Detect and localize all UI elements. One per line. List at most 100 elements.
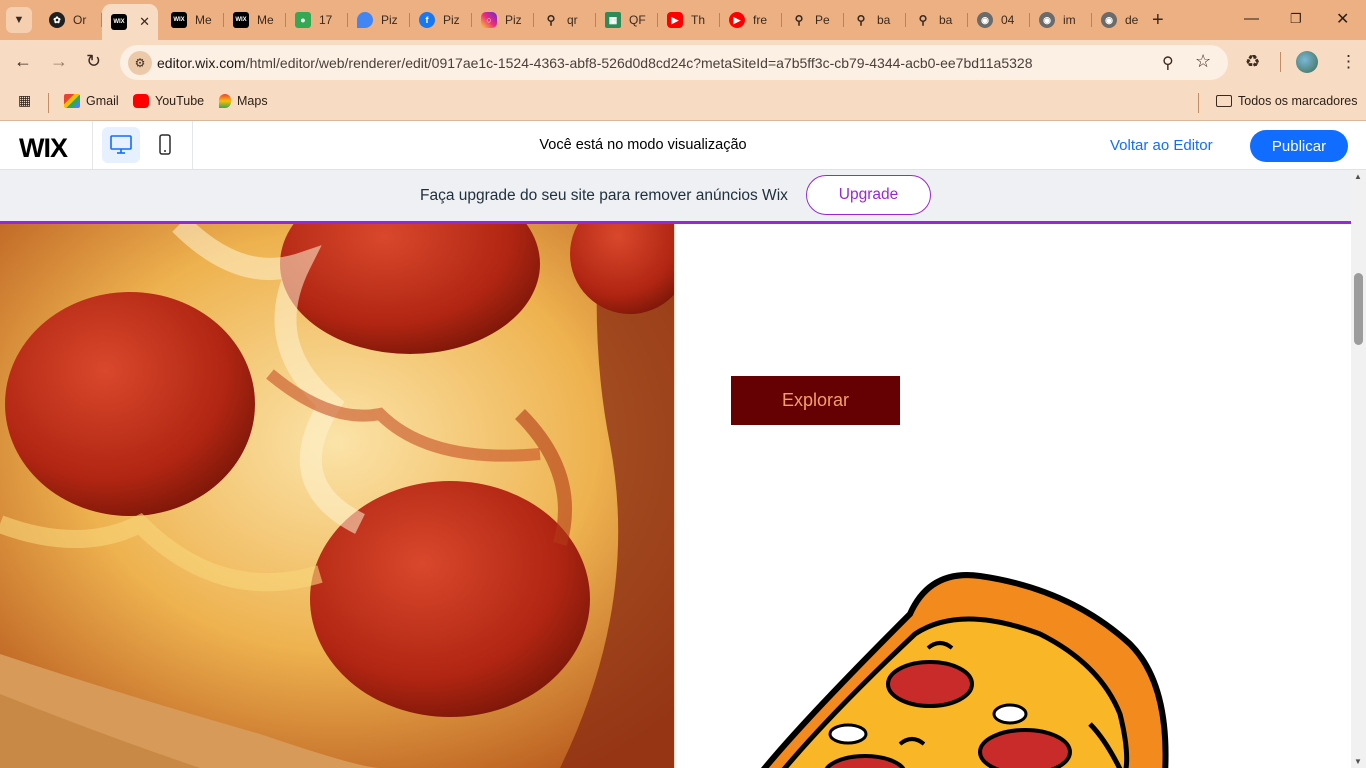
browser-tab[interactable]: Piz <box>348 6 410 34</box>
tab-search-menu-button[interactable]: ▼ <box>6 7 32 33</box>
close-window-icon[interactable]: ✕ <box>1336 9 1349 29</box>
site-content: Explorar <box>0 224 1351 768</box>
wix-icon: WIX <box>233 12 249 28</box>
tab-label: fre <box>753 13 768 27</box>
forward-arrow-icon[interactable]: → <box>50 51 68 72</box>
maps-icon <box>357 12 373 28</box>
tab-label: Piz <box>381 13 398 27</box>
browser-tab[interactable]: ⚲ qr <box>534 6 596 34</box>
maps-icon <box>219 94 231 108</box>
tab-label: Piz <box>443 13 460 27</box>
upgrade-message: Faça upgrade do seu site para remover an… <box>420 187 788 204</box>
browser-tab[interactable]: WIX Me <box>162 6 224 34</box>
browser-tab[interactable]: ○ Piz <box>472 6 534 34</box>
bookmark-label: YouTube <box>155 94 205 108</box>
tab-label: im <box>1063 13 1076 27</box>
folder-icon <box>1216 95 1232 107</box>
tab-label: de <box>1125 13 1139 27</box>
gmail-icon <box>64 94 80 108</box>
tab-label: qr <box>567 13 578 27</box>
profile-avatar-icon[interactable] <box>1296 51 1318 73</box>
upgrade-button[interactable]: Upgrade <box>806 175 931 215</box>
tab-label: ba <box>939 13 953 27</box>
extensions-puzzle-icon[interactable]: ♻ <box>1245 52 1260 72</box>
browser-tab[interactable]: ▦ QF <box>596 6 658 34</box>
pepperoni-pizza-photo <box>0 224 675 768</box>
wix-icon: WIX <box>171 12 187 28</box>
youtube-icon <box>133 94 149 108</box>
browser-tab[interactable]: ◉ im <box>1030 6 1092 34</box>
scroll-up-arrow-icon[interactable]: ▲ <box>1354 172 1362 181</box>
close-tab-icon[interactable]: ✕ <box>139 14 150 30</box>
tab-label: 17 <box>319 13 333 27</box>
bookmark-youtube[interactable]: YouTube <box>133 94 204 108</box>
all-bookmarks-label: Todos os marcadores <box>1238 94 1358 108</box>
preview-mode-message: Você está no modo visualização <box>539 137 747 153</box>
explore-button[interactable]: Explorar <box>731 376 900 425</box>
tab-label: QF <box>629 13 646 27</box>
globe-icon: ◉ <box>1101 12 1117 28</box>
browser-tab-active[interactable]: WIX ✕ <box>102 4 158 40</box>
tab-label: ba <box>877 13 891 27</box>
browser-tab[interactable]: ✿ Or <box>40 6 102 34</box>
apps-grid-icon[interactable]: ▦ <box>18 92 31 109</box>
youtube-icon: ▶ <box>667 12 683 28</box>
youtube-icon: ▶ <box>729 12 745 28</box>
globe-icon: ◉ <box>1039 12 1055 28</box>
menu-kebab-icon[interactable]: ⋮ <box>1340 52 1357 72</box>
zoom-icon[interactable]: ⚲ <box>1162 53 1174 73</box>
globe-icon: ◉ <box>977 12 993 28</box>
browser-tab[interactable]: ◉ de <box>1092 6 1144 34</box>
bookmark-label: Gmail <box>86 94 119 108</box>
wix-preview-bar: WIX Você está no modo visualização Volta… <box>0 121 1366 170</box>
instagram-icon: ○ <box>481 12 497 28</box>
tab-label: 04 <box>1001 13 1015 27</box>
address-bar[interactable]: ⚙ editor.wix.com/html/editor/web/rendere… <box>120 45 1228 80</box>
reload-icon[interactable]: ↻ <box>86 51 101 72</box>
bookmarks-bar: ▦ Gmail YouTube Maps Todos os marcadores <box>0 85 1366 121</box>
wix-icon: WIX <box>111 14 127 30</box>
browser-toolbar: ← → ↻ ⚙ editor.wix.com/html/editor/web/r… <box>0 40 1366 85</box>
browser-tab[interactable]: ▶ Th <box>658 6 720 34</box>
browser-tab[interactable]: ● 17 <box>286 6 348 34</box>
tab-label: Th <box>691 13 706 27</box>
url-text[interactable]: editor.wix.com/html/editor/web/renderer/… <box>157 55 1032 71</box>
browser-tab-strip: ▼ ✿ Or WIX ✕ WIX Me WIX Me ● 17 Piz f Pi… <box>0 0 1366 40</box>
site-info-icon[interactable]: ⚙ <box>128 51 152 75</box>
tab-label: Me <box>257 13 274 27</box>
facebook-icon: f <box>419 12 435 28</box>
browser-tab[interactable]: f Piz <box>410 6 472 34</box>
browser-tab[interactable]: ⚲ ba <box>844 6 906 34</box>
back-arrow-icon[interactable]: ← <box>14 51 32 72</box>
tab-label: Pe <box>815 13 830 27</box>
tab-label: Me <box>195 13 212 27</box>
restore-icon[interactable]: ❐ <box>1290 11 1302 27</box>
browser-tab[interactable]: ⚲ ba <box>906 6 968 34</box>
tab-label: Or <box>73 13 87 27</box>
search-icon: ⚲ <box>856 13 866 27</box>
url-path: /html/editor/web/renderer/edit/0917ae1c-… <box>245 55 1033 71</box>
search-icon: ⚲ <box>546 13 556 27</box>
bookmark-maps[interactable]: Maps <box>219 94 268 108</box>
bookmark-star-icon[interactable]: ☆ <box>1195 51 1211 72</box>
bookmark-label: Maps <box>237 94 268 108</box>
new-tab-plus-icon[interactable]: + <box>1152 10 1164 30</box>
all-bookmarks-folder[interactable]: Todos os marcadores <box>1216 94 1358 108</box>
scrollbar-thumb[interactable] <box>1354 273 1363 345</box>
scroll-down-arrow-icon[interactable]: ▼ <box>1354 757 1362 766</box>
cartoon-pizza-slice-illustration <box>740 564 1180 768</box>
browser-tab[interactable]: ⚲ Pe <box>782 6 844 34</box>
bookmark-gmail[interactable]: Gmail <box>64 94 119 108</box>
minimize-icon[interactable]: — <box>1244 10 1259 27</box>
browser-tab[interactable]: ◉ 04 <box>968 6 1030 34</box>
page-scrollbar[interactable]: ▲ ▼ <box>1351 170 1366 768</box>
url-host: editor.wix.com <box>157 55 246 71</box>
openai-icon: ✿ <box>49 12 65 28</box>
back-to-editor-link[interactable]: Voltar ao Editor <box>1110 137 1213 154</box>
search-icon: ⚲ <box>794 13 804 27</box>
browser-tab[interactable]: WIX Me <box>224 6 286 34</box>
publish-button[interactable]: Publicar <box>1250 130 1348 162</box>
browser-tab[interactable]: ▶ fre <box>720 6 782 34</box>
maps-pin-icon: ● <box>295 12 311 28</box>
tab-label: Piz <box>505 13 522 27</box>
